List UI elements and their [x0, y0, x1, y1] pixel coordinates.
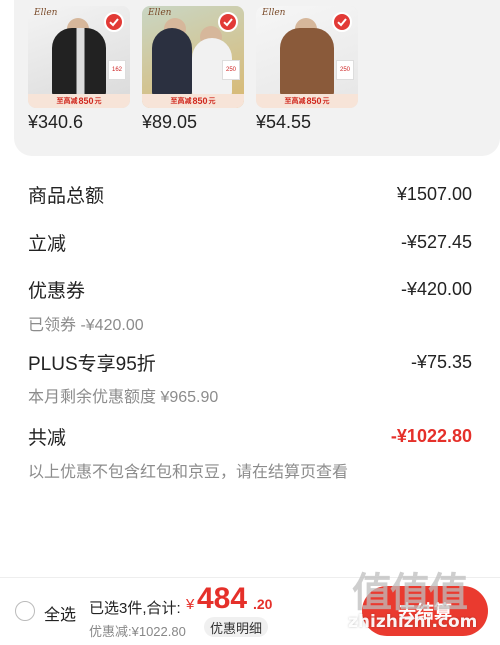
checked-icon[interactable]: [218, 12, 238, 32]
instant-discount-value: -¥527.45: [400, 232, 472, 252]
instant-discount-row: 立减 -¥527.45: [28, 229, 472, 256]
plus-sub-text: 本月剩余优惠额度 ¥965.90: [28, 389, 219, 406]
total-discount-label: 共减: [28, 428, 67, 449]
total-amount-dec: .20: [253, 596, 273, 612]
size-tag: 250: [222, 60, 240, 80]
select-all-radio[interactable]: [15, 601, 35, 621]
promo-bar: 至高减 850 元: [256, 94, 358, 108]
discount-note: 以上优惠不包含红包和京豆，请在结算页查看: [28, 464, 349, 481]
promo-bar: 至高减 850 元: [142, 94, 244, 108]
goods-total-row: 商品总额 ¥1507.00: [28, 181, 472, 208]
brand-logo: Ellen: [262, 8, 286, 18]
coupon-sub-text: 已领券 -¥420.00: [28, 317, 144, 334]
size-tag: 162: [108, 60, 126, 80]
brand-logo: Ellen: [34, 8, 58, 18]
product-thumbnail-3[interactable]: Ellen 250 至高减 850 元: [256, 6, 358, 108]
goods-total-value: ¥1507.00: [396, 184, 472, 204]
select-all-label[interactable]: 全选: [44, 601, 76, 625]
total-amount-int: 484: [197, 582, 248, 615]
checkout-bar: 全选 已选3件,合计: ¥ 484 .20 优惠减:¥1022.80 优惠明细 …: [0, 577, 500, 645]
brand-logo: Ellen: [148, 8, 172, 18]
size-tag: 250: [336, 60, 354, 80]
product-thumbnail-2[interactable]: Ellen 250 至高减 850 元: [142, 6, 244, 108]
discount-summary: 优惠减:¥1022.80: [89, 624, 186, 639]
discount-detail-button[interactable]: 优惠明细: [204, 617, 268, 637]
total-currency: ¥: [186, 596, 195, 613]
coupon-row[interactable]: 优惠券 -¥420.00: [28, 276, 472, 303]
product-price-2: ¥89.05: [142, 112, 198, 132]
coupon-value: -¥420.00: [400, 279, 472, 299]
total-discount-row: 共减 -¥1022.80: [28, 423, 472, 450]
goods-total-label: 商品总额: [28, 186, 105, 207]
selected-products-strip: Ellen 162 至高减 850 元 ¥340.6 Ellen 250 至高减 85…: [14, 0, 500, 156]
selected-count-text: 已选3件,合计:: [89, 600, 181, 617]
plus-discount-value: -¥75.35: [410, 352, 472, 372]
checkout-button[interactable]: 去结算: [362, 586, 488, 636]
coupon-label: 优惠券: [28, 281, 86, 302]
plus-discount-row: PLUS专享95折 -¥75.35: [28, 349, 472, 376]
instant-discount-label: 立减: [28, 234, 67, 255]
promo-bar: 至高减 850 元: [28, 94, 130, 108]
checked-icon[interactable]: [332, 12, 352, 32]
checked-icon[interactable]: [104, 12, 124, 32]
product-price-3: ¥54.55: [256, 112, 312, 132]
plus-discount-label: PLUS专享95折: [28, 354, 156, 375]
product-price-1: ¥340.6: [28, 112, 84, 132]
product-thumbnail-1[interactable]: Ellen 162 至高减 850 元: [28, 6, 130, 108]
total-discount-value: -¥1022.80: [390, 426, 472, 446]
